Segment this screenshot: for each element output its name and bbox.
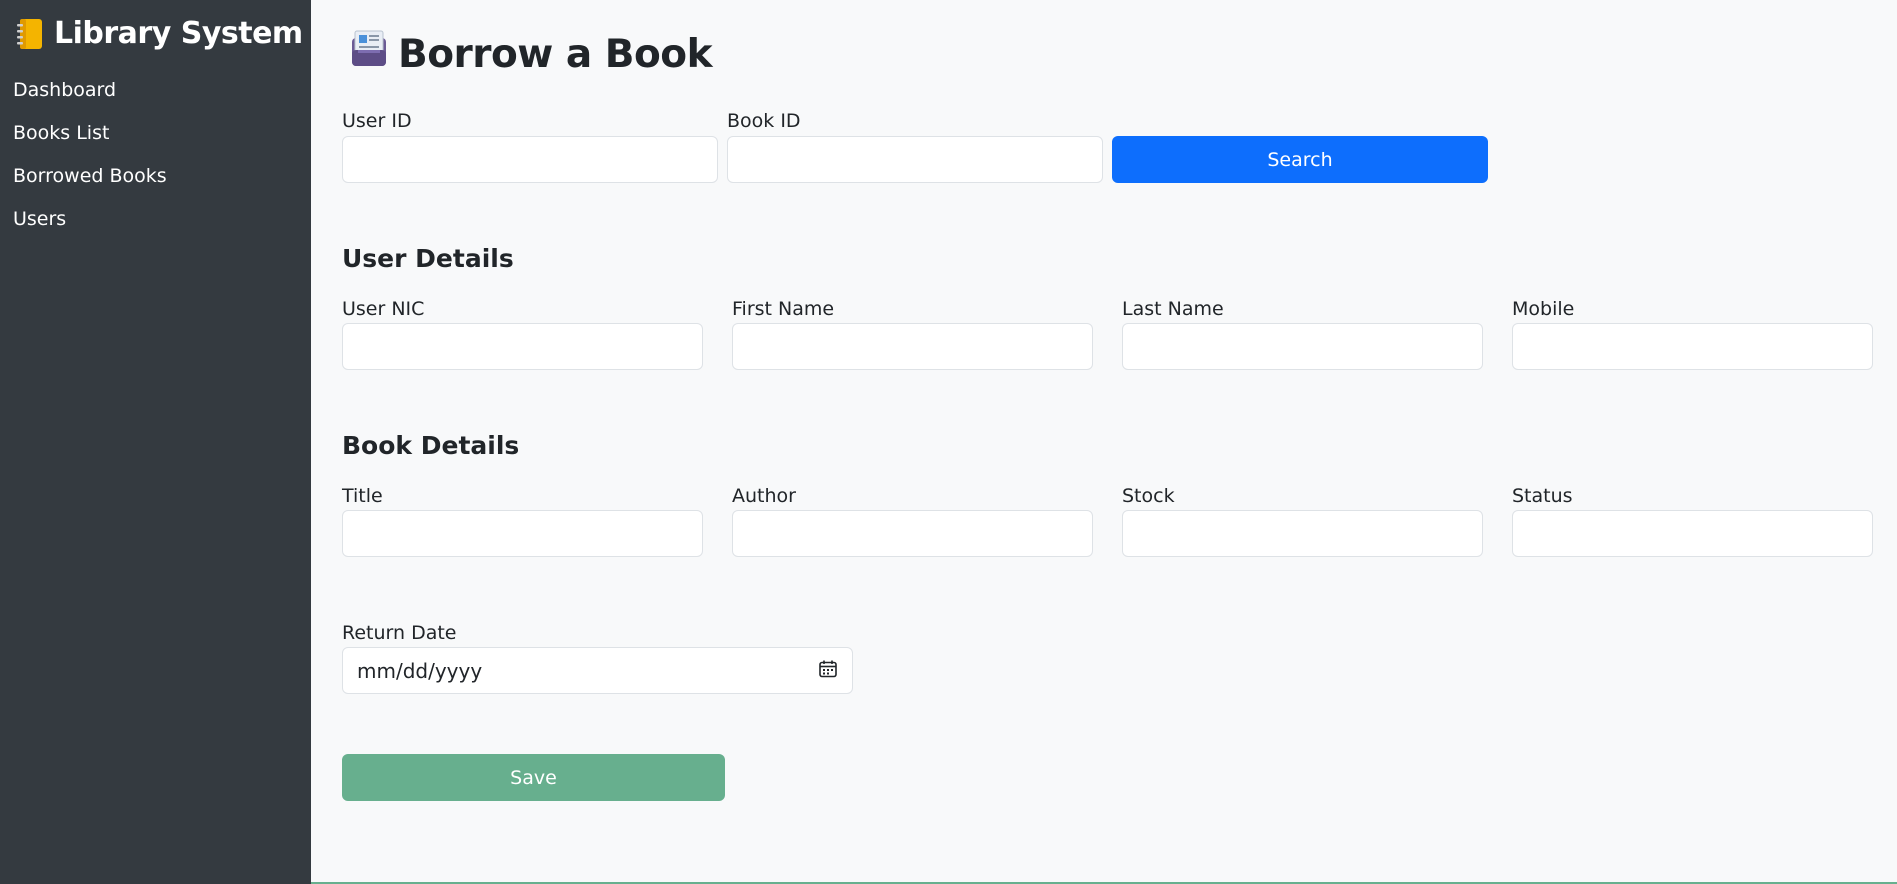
search-button[interactable]: Search [1112,136,1488,183]
notebook-icon [16,18,44,50]
page-title: Borrow a Book [348,28,713,80]
author-field[interactable] [732,510,1093,557]
status-label: Status [1512,485,1573,507]
book-id-input[interactable] [727,136,1103,183]
mobile-field[interactable] [1512,323,1873,370]
last-name-field[interactable] [1122,323,1483,370]
brand: Library System [16,16,303,51]
mobile-label: Mobile [1512,298,1575,320]
status-field[interactable] [1512,510,1873,557]
brand-name: Library System [54,16,303,51]
sidebar-nav: Dashboard Books List Borrowed Books User… [13,76,167,248]
book-details-heading: Book Details [342,431,520,460]
app-root: Library System Dashboard Books List Borr… [0,0,1897,884]
user-nic-label: User NIC [342,298,425,320]
sidebar-item-users[interactable]: Users [13,205,167,248]
title-label: Title [342,485,383,507]
first-name-field[interactable] [732,323,1093,370]
sidebar: Library System Dashboard Books List Borr… [0,0,311,884]
save-button[interactable]: Save [342,754,725,801]
user-id-label: User ID [342,110,412,132]
stock-label: Stock [1122,485,1175,507]
book-id-label: Book ID [727,110,801,132]
user-id-input[interactable] [342,136,718,183]
last-name-label: Last Name [1122,298,1224,320]
return-date-label: Return Date [342,622,457,644]
sidebar-item-borrowed-books[interactable]: Borrowed Books [13,162,167,205]
title-field[interactable] [342,510,703,557]
user-details-heading: User Details [342,244,514,273]
book-icon [348,28,390,80]
sidebar-item-books-list[interactable]: Books List [13,119,167,162]
sidebar-item-dashboard[interactable]: Dashboard [13,76,167,119]
return-date-input[interactable]: mm/dd/yyyy [342,647,853,694]
stock-field[interactable] [1122,510,1483,557]
main-content: Borrow a Book User ID Book ID Search Use… [311,0,1897,884]
author-label: Author [732,485,796,507]
calendar-icon[interactable] [818,659,838,683]
page-title-text: Borrow a Book [398,31,713,77]
return-date-placeholder: mm/dd/yyyy [357,658,483,683]
user-nic-field[interactable] [342,323,703,370]
first-name-label: First Name [732,298,835,320]
